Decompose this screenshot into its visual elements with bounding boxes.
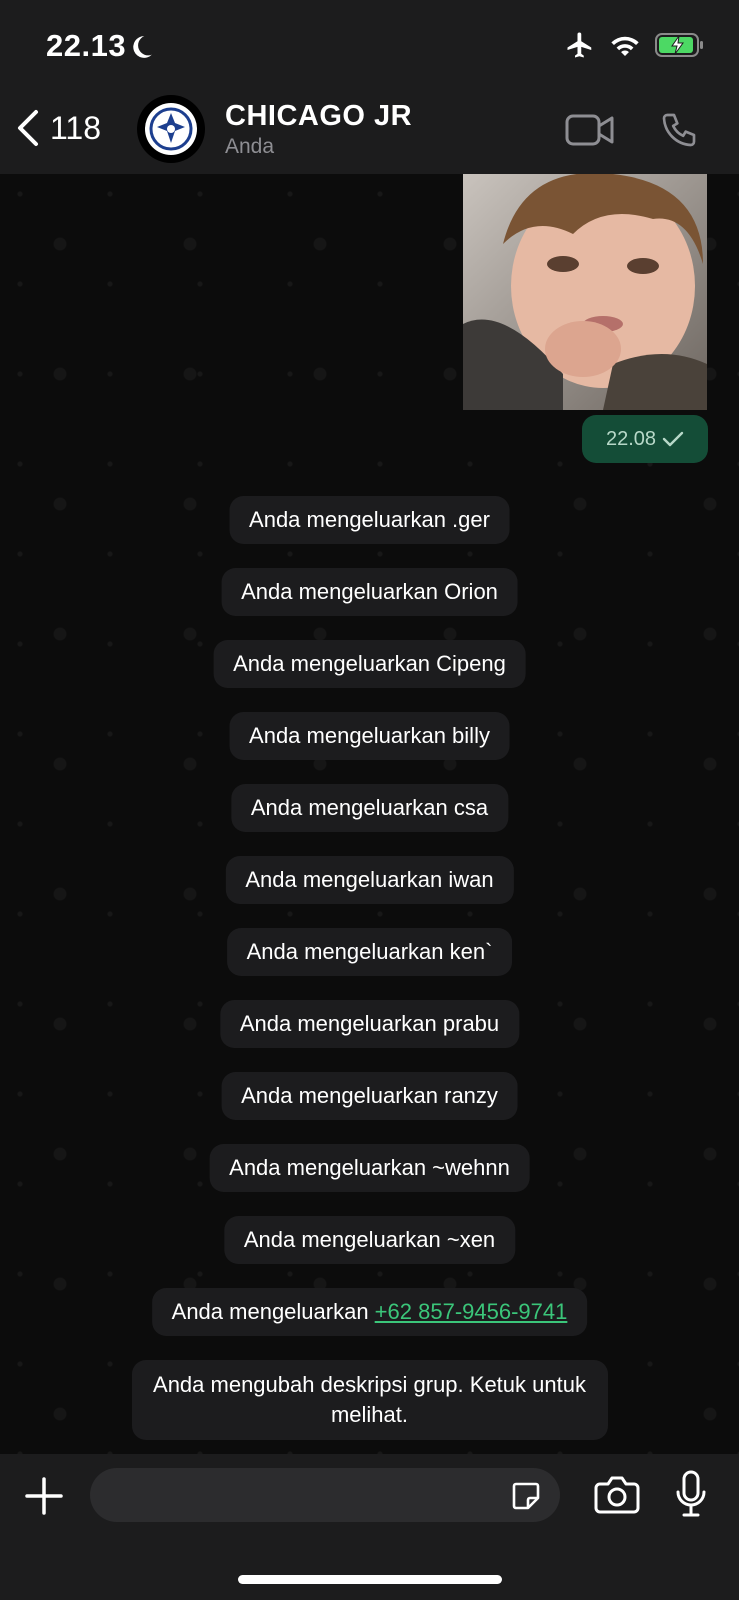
- system-message: Anda mengeluarkan csa: [230, 784, 509, 832]
- header-actions: [565, 110, 699, 150]
- system-message-removed-number: Anda mengeluarkan +62 857-9456-9741: [151, 1288, 588, 1336]
- phone-number-link[interactable]: +62 857-9456-9741: [375, 1299, 568, 1324]
- chat-header: 118 CHICAGO JR Anda: [0, 90, 739, 175]
- airplane-icon: [567, 32, 592, 58]
- system-message: Anda mengeluarkan ken`: [226, 928, 513, 976]
- system-message: Anda mengeluarkan billy: [229, 712, 510, 760]
- message-input[interactable]: [90, 1468, 560, 1522]
- description-changed-message[interactable]: Anda mengubah deskripsi grup. Ketuk untu…: [131, 1360, 608, 1440]
- outgoing-time-bubble: 22.08: [582, 415, 708, 463]
- moon-icon: [133, 36, 152, 58]
- system-message: Anda mengeluarkan prabu: [219, 1000, 520, 1048]
- chat-title-block[interactable]: CHICAGO JR Anda: [225, 100, 412, 159]
- status-time: 22.13: [46, 28, 127, 63]
- group-logo: [145, 103, 197, 155]
- sent-check-icon: [662, 431, 684, 447]
- phone-call-icon[interactable]: [659, 110, 699, 150]
- system-message: Anda mengeluarkan Cipeng: [213, 640, 526, 688]
- system-message: Anda mengeluarkan iwan: [225, 856, 514, 904]
- microphone-icon[interactable]: [674, 1470, 708, 1518]
- wifi-icon: [611, 36, 639, 57]
- video-call-icon[interactable]: [565, 112, 615, 148]
- message-time: 22.08: [605, 427, 657, 450]
- status-icons: [565, 30, 705, 60]
- group-avatar[interactable]: [137, 95, 205, 163]
- unread-count: 118: [50, 109, 102, 146]
- home-indicator[interactable]: [238, 1575, 502, 1584]
- status-bar: 22.13: [0, 0, 739, 90]
- chevron-left-icon: [18, 110, 38, 146]
- removed-prefix: Anda mengeluarkan: [171, 1299, 375, 1324]
- back-button[interactable]: 118: [14, 108, 101, 148]
- sticker-icon[interactable]: [510, 1480, 542, 1512]
- plus-icon[interactable]: [24, 1476, 64, 1516]
- system-message: Anda mengeluarkan .ger: [229, 496, 510, 544]
- battery-charging-icon: [655, 33, 703, 57]
- photo-message[interactable]: [463, 174, 707, 410]
- child-photo-image: [463, 174, 707, 410]
- cross-logo-icon: [149, 107, 193, 151]
- chat-area[interactable]: 22.08 Anda mengeluarkan .ger Anda mengel…: [0, 174, 739, 1454]
- system-message: Anda mengeluarkan ranzy: [221, 1072, 518, 1120]
- chat-subtitle: Anda: [225, 135, 275, 158]
- system-message: Anda mengeluarkan ~xen: [223, 1216, 516, 1264]
- chat-title: CHICAGO JR: [225, 100, 413, 132]
- system-message: Anda mengeluarkan Orion: [221, 568, 518, 616]
- system-message: Anda mengeluarkan ~wehnn: [209, 1144, 530, 1192]
- camera-icon[interactable]: [594, 1472, 640, 1516]
